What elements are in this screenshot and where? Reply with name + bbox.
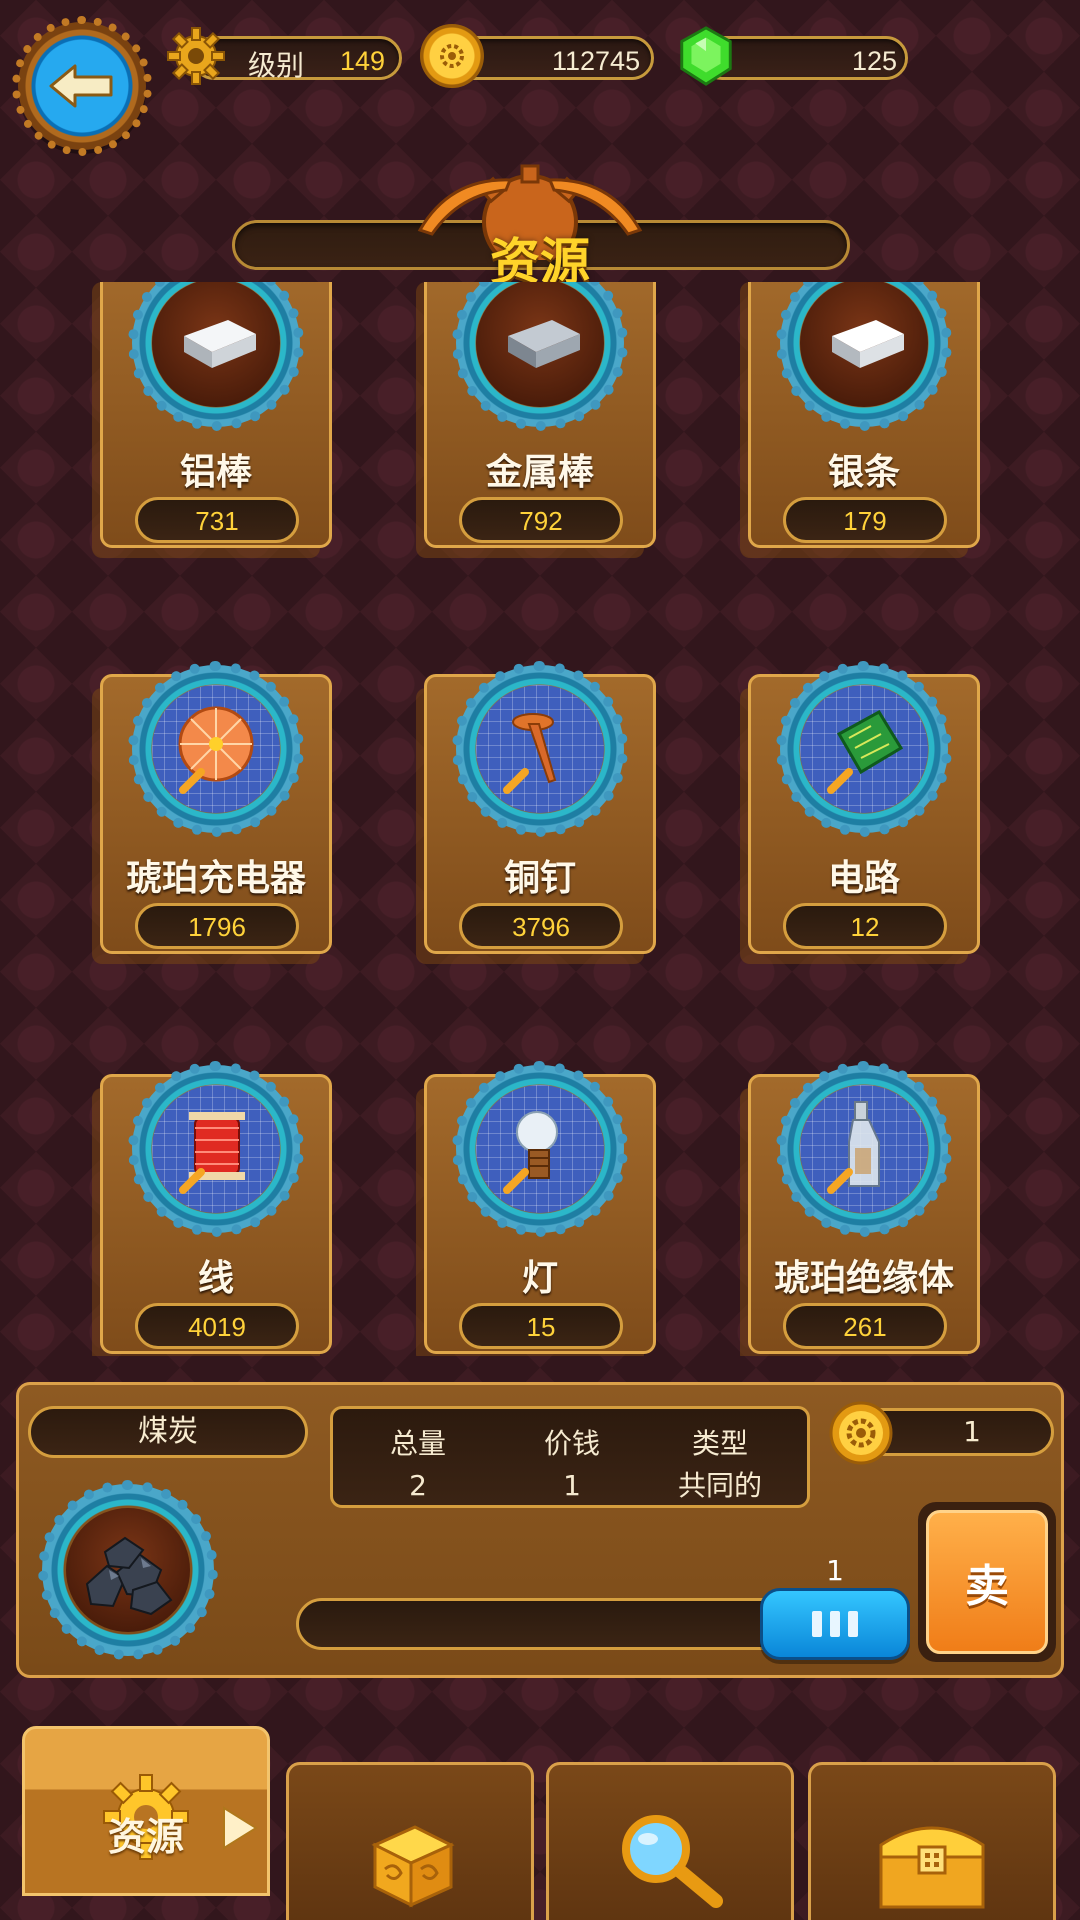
level-gear-icon [164, 24, 228, 88]
tab-search[interactable] [546, 1762, 794, 1920]
dice-icon [371, 1825, 455, 1908]
resource-medallion [452, 1061, 628, 1237]
resource-card[interactable]: 金属棒 792 [424, 282, 656, 548]
coins-value: 112745 [552, 46, 641, 76]
price-value: 1 [563, 1469, 581, 1502]
gems-value: 125 [852, 46, 898, 76]
aluminum-bar-icon [152, 282, 280, 407]
resource-count: 179 [783, 497, 947, 543]
metal-bar-icon [476, 282, 604, 407]
total-column: 总量 2 [343, 1423, 493, 1507]
resource-count: 261 [783, 1303, 947, 1349]
price-label: 价钱 [543, 1427, 600, 1460]
resource-name: 琥珀充电器 [125, 858, 306, 899]
level-label: 级别 [248, 50, 305, 81]
resource-name: 线 [197, 1258, 234, 1299]
resource-medallion [128, 1061, 304, 1237]
sell-quantity: 1 [826, 1554, 844, 1587]
back-arrow-icon [47, 62, 117, 110]
resource-card[interactable]: 琥珀绝缘体 261 [748, 1061, 980, 1354]
resource-count: 792 [459, 497, 623, 543]
resource-card[interactable]: 铝棒 731 [100, 282, 332, 548]
treasure-chest-icon [879, 1826, 985, 1909]
resource-name: 金属棒 [485, 452, 594, 493]
resource-card[interactable]: 灯 15 [424, 1061, 656, 1354]
item-info-box: 总量 2 价钱 1 类型 共同的 [330, 1406, 810, 1508]
grip-line [830, 1611, 840, 1637]
resource-name: 银条 [827, 452, 900, 493]
resource-medallion [452, 282, 628, 431]
bottle-insulator-icon [800, 1085, 928, 1213]
resource-name: 灯 [521, 1258, 558, 1299]
selected-item-medallion [38, 1480, 218, 1660]
thread-spool-icon [152, 1085, 280, 1213]
total-label: 总量 [389, 1427, 446, 1460]
level-value: 149 [340, 46, 386, 76]
tab-dice[interactable] [286, 1762, 534, 1920]
selected-item-name: 煤炭 [28, 1406, 308, 1458]
circuit-board-icon [800, 685, 928, 813]
resource-medallion [776, 661, 952, 837]
total-value: 2 [409, 1469, 427, 1502]
sell-button-label: 卖 [926, 1510, 1048, 1654]
resource-card[interactable]: 琥珀充电器 1796 [100, 661, 332, 954]
sell-button[interactable]: 卖 [918, 1502, 1056, 1662]
resource-name: 琥珀绝缘体 [773, 1258, 954, 1299]
resource-name: 电路 [827, 858, 900, 899]
grip-line [848, 1611, 858, 1637]
back-button[interactable] [12, 16, 152, 156]
copper-nail-icon [476, 685, 604, 813]
quantity-slider-thumb[interactable] [760, 1588, 910, 1660]
resource-name: 铝棒 [179, 452, 252, 493]
resource-medallion [776, 1061, 952, 1237]
resource-card[interactable]: 铜钉 3796 [424, 661, 656, 954]
resource-medallion [128, 661, 304, 837]
resource-card[interactable]: 电路 12 [748, 661, 980, 954]
resource-medallion [128, 282, 304, 431]
type-label: 类型 [691, 1427, 748, 1460]
resource-name: 铜钉 [503, 858, 576, 899]
light-bulb-icon [476, 1085, 604, 1213]
magnifier-icon [622, 1815, 723, 1908]
resource-count: 12 [783, 903, 947, 949]
resource-count: 15 [459, 1303, 623, 1349]
amber-charger-icon [152, 685, 280, 813]
play-arrow-icon [220, 1804, 260, 1856]
resource-count: 4019 [135, 1303, 299, 1349]
type-column: 类型 共同的 [645, 1423, 795, 1507]
gem-icon [674, 24, 738, 88]
grip-line [812, 1611, 822, 1637]
coin-icon [420, 24, 484, 88]
sell-price-value: 1 [963, 1415, 981, 1448]
tab-chest[interactable] [808, 1762, 1056, 1920]
silver-bar-icon [800, 282, 928, 407]
sell-coin-icon [828, 1400, 894, 1466]
resource-count: 1796 [135, 903, 299, 949]
resource-card[interactable]: 线 4019 [100, 1061, 332, 1354]
resource-medallion [776, 282, 952, 431]
resource-count: 731 [135, 497, 299, 543]
resource-medallion [452, 661, 628, 837]
price-column: 价钱 1 [497, 1423, 647, 1507]
coal-icon [66, 1508, 190, 1632]
resource-card[interactable]: 银条 179 [748, 282, 980, 548]
resource-grid[interactable]: 铝棒 731 金属棒 792 银条 179 琥珀充电器 1796 铜钉 3796… [0, 282, 1080, 1356]
resource-count: 3796 [459, 903, 623, 949]
type-value: 共同的 [677, 1469, 762, 1502]
